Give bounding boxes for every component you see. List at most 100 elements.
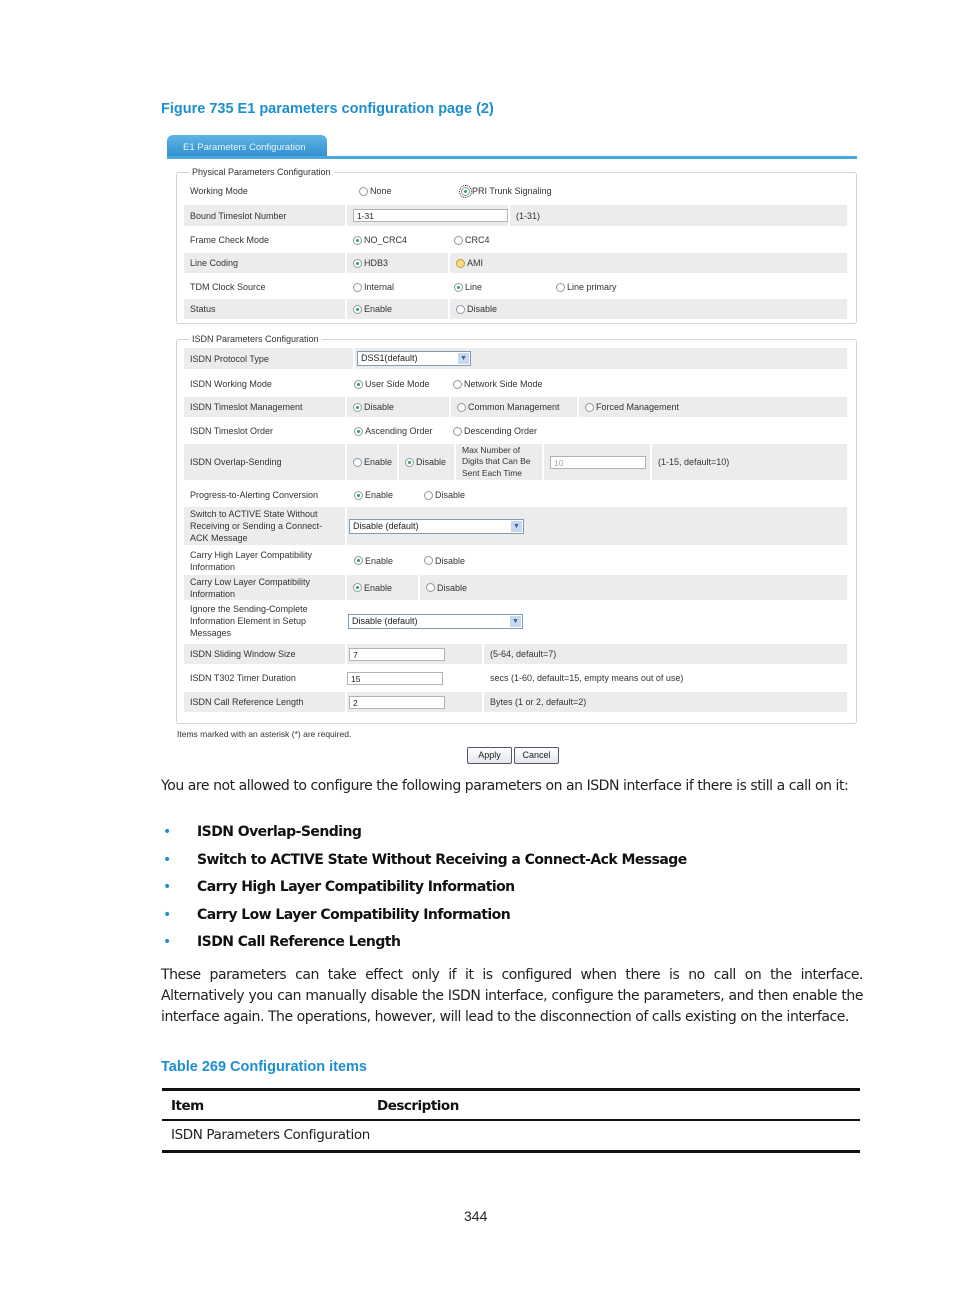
radio-internal[interactable]: Internal <box>353 282 394 292</box>
t302-input[interactable]: 15 <box>347 671 443 685</box>
table-bottom-rule <box>162 1150 860 1153</box>
radio-ami[interactable]: AMI <box>456 258 483 268</box>
option-label: Enable <box>364 457 393 467</box>
radio-icon <box>585 402 594 412</box>
radio-user-side[interactable]: User Side Mode <box>354 379 430 389</box>
radio-pri-trunk[interactable]: PRI Trunk Signaling <box>459 184 552 198</box>
bullet-icon: • <box>163 824 172 840</box>
tab-underline <box>167 156 857 159</box>
ignore-sending-select[interactable]: Disable (default) ▼ <box>348 613 523 629</box>
radio-overlap-disable[interactable]: Disable <box>405 457 446 467</box>
label: Ignore the Sending-Complete Information … <box>190 604 308 638</box>
radio-icon <box>426 583 435 592</box>
radio-status-enable[interactable]: Enable <box>353 304 392 314</box>
hint: Bytes (1 or 2, default=2) <box>490 697 587 707</box>
radio-icon <box>353 583 362 592</box>
table-header-rule <box>162 1119 860 1121</box>
option-label: Disable <box>437 582 468 593</box>
bound-timeslot-input[interactable]: 1-31 <box>353 209 508 222</box>
isdn-legend: ISDN Parameters Configuration <box>192 334 319 344</box>
label: Bound Timeslot Number <box>190 210 287 221</box>
option-label: Enable <box>365 490 394 500</box>
hint: (1-15, default=10) <box>658 457 730 467</box>
sliding-window-input[interactable]: 7 <box>349 647 445 661</box>
hint: (5-64, default=7) <box>490 649 557 659</box>
radio-forced-mgmt[interactable]: Forced Management <box>585 402 679 412</box>
label: ISDN Working Mode <box>190 379 272 389</box>
isdn-protocol-select[interactable]: DSS1(default) ▼ <box>357 351 471 366</box>
option-label: Disable <box>435 555 466 566</box>
radio-line[interactable]: Line <box>454 282 482 292</box>
max-digits-input[interactable]: 10 <box>550 455 646 469</box>
body-paragraph: These parameters can take effect only if… <box>161 967 863 1025</box>
bullet-item: Carry High Layer Compatibility Informati… <box>197 879 515 895</box>
radio-icon <box>453 379 462 389</box>
e1-config-screenshot: E1 Parameters Configuration Physical Par… <box>165 131 857 771</box>
radio-icon <box>354 556 363 565</box>
label: Line Coding <box>190 258 239 268</box>
apply-button[interactable]: Apply <box>467 747 512 764</box>
required-note: Items marked with an asterisk (*) are re… <box>177 729 352 739</box>
option-label: Enable <box>364 582 393 593</box>
radio-icon <box>353 258 362 268</box>
intro-paragraph: You are not allowed to configure the fol… <box>161 778 849 794</box>
label: Working Mode <box>190 186 248 196</box>
table-header-description: Description <box>377 1098 459 1114</box>
radio-ch-enable[interactable]: Enable <box>354 556 393 566</box>
radio-network-side[interactable]: Network Side Mode <box>453 379 543 389</box>
option-label: Disable <box>435 490 466 500</box>
radio-no-crc4[interactable]: NO_CRC4 <box>353 235 407 245</box>
radio-cl-disable[interactable]: Disable <box>426 583 467 593</box>
chevron-down-icon: ▼ <box>458 353 469 364</box>
radio-crc4[interactable]: CRC4 <box>454 235 490 245</box>
label: ISDN Sliding Window Size <box>190 649 296 659</box>
radio-none[interactable]: None <box>359 186 392 196</box>
option-label: HDB3 <box>364 258 389 268</box>
radio-icon <box>353 457 362 467</box>
table-cell-item: ISDN Parameters Configuration <box>171 1127 370 1143</box>
radio-icon <box>457 402 466 412</box>
radio-hdb3[interactable]: HDB3 <box>353 258 388 268</box>
bullet-item: Carry Low Layer Compatibility Informatio… <box>197 907 511 923</box>
radio-line-primary[interactable]: Line primary <box>556 282 617 292</box>
radio-icon <box>424 556 433 565</box>
chevron-down-icon: ▼ <box>510 615 521 627</box>
option-label: Disable <box>364 402 395 412</box>
label: ISDN Timeslot Order <box>190 426 274 436</box>
tab-e1-parameters[interactable]: E1 Parameters Configuration <box>167 135 327 158</box>
cancel-button[interactable]: Cancel <box>514 747 559 764</box>
radio-icon <box>354 426 363 436</box>
option-label: Common Management <box>468 402 560 412</box>
radio-icon <box>456 258 465 268</box>
row-carry-high: Carry High Layer Compatibility Informati… <box>184 548 847 573</box>
label: Status <box>190 304 216 314</box>
option-label: Line primary <box>567 282 617 292</box>
label: Carry High Layer Compatibility Informati… <box>190 549 313 572</box>
radio-ch-disable[interactable]: Disable <box>424 556 465 566</box>
switch-active-select[interactable]: Disable (default) ▼ <box>349 518 524 534</box>
radio-ascending[interactable]: Ascending Order <box>354 426 433 436</box>
call-ref-input[interactable]: 2 <box>349 695 445 709</box>
label: ISDN Call Reference Length <box>190 697 304 707</box>
radio-pa-disable[interactable]: Disable <box>424 490 465 500</box>
radio-pa-enable[interactable]: Enable <box>354 490 393 500</box>
radio-icon <box>353 304 362 314</box>
table-top-rule <box>162 1088 860 1091</box>
row-progress-alerting: Progress-to-Alerting Conversion Enable D… <box>184 485 847 505</box>
row-isdn-protocol: ISDN Protocol Type DSS1(default) ▼ <box>184 348 847 369</box>
radio-overlap-enable[interactable]: Enable <box>353 457 392 467</box>
radio-common-mgmt[interactable]: Common Management <box>457 402 560 412</box>
max-digits-label: Max Number of Digits that Can Be Sent Ea… <box>462 444 531 478</box>
option-label: Internal <box>364 282 395 292</box>
option-label: PRI Trunk Signaling <box>472 186 552 196</box>
radio-status-disable[interactable]: Disable <box>456 304 497 314</box>
radio-tsm-disable[interactable]: Disable <box>353 402 394 412</box>
radio-cl-enable[interactable]: Enable <box>353 583 392 593</box>
row-tdm-clock: TDM Clock Source Internal Line Line prim… <box>184 277 847 297</box>
radio-icon <box>454 235 463 245</box>
radio-descending[interactable]: Descending Order <box>453 426 537 436</box>
option-label: NO_CRC4 <box>364 235 408 245</box>
row-call-ref: ISDN Call Reference Length 2 Bytes (1 or… <box>184 692 847 712</box>
radio-icon <box>453 426 462 436</box>
option-label: Enable <box>364 304 393 314</box>
